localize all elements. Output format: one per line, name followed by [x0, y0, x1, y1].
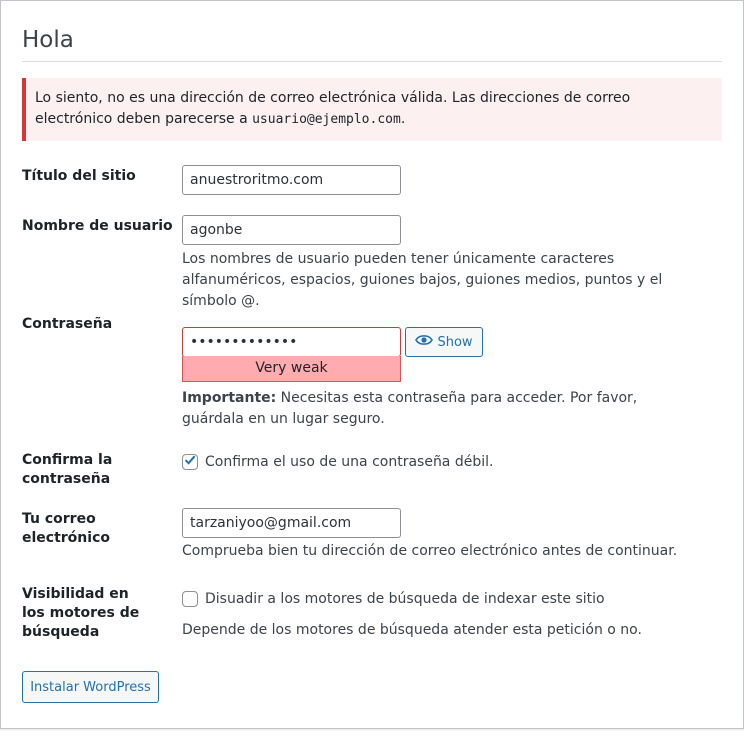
email-input[interactable]: tarzaniyoo@gmail.com — [182, 508, 401, 538]
confirm-weak-password-label: Confirma el uso de una contraseña débil. — [205, 454, 494, 470]
password-label: Contraseña — [22, 316, 113, 332]
notice-example: usuario@ejemplo.com — [252, 112, 401, 127]
password-strength-meter: Very weak — [182, 356, 401, 382]
notice-end: . — [400, 111, 406, 127]
checkmark-icon — [183, 453, 197, 471]
search-visibility-description: Depende de los motores de búsqueda atend… — [182, 622, 642, 638]
username-label: Nombre de usuario — [22, 218, 173, 234]
site-title-label: Título del sitio — [22, 168, 136, 184]
email-description: Comprueba bien tu dirección de correo el… — [182, 543, 678, 559]
password-input[interactable]: ••••••••••••• — [182, 327, 401, 357]
eye-icon — [415, 334, 434, 350]
search-visibility-label: Visibilidad en los motores de búsqueda — [22, 586, 140, 640]
confirm-weak-password-checkbox[interactable] — [182, 454, 198, 470]
title-divider — [22, 61, 722, 62]
error-notice: Lo siento, no es una dirección de correo… — [22, 78, 722, 141]
show-password-label: Show — [437, 334, 473, 350]
install-wordpress-button[interactable]: Instalar WordPress — [22, 671, 159, 703]
username-input[interactable]: agonbe — [182, 215, 401, 245]
page-title: Hola — [22, 27, 74, 53]
discourage-search-checkbox[interactable] — [182, 591, 198, 607]
important-strong: Importante: — [182, 390, 277, 406]
show-password-button[interactable]: Show — [405, 327, 483, 357]
email-label: Tu correo electrónico — [22, 511, 110, 546]
site-title-input[interactable]: anuestroritmo.com — [182, 165, 401, 195]
confirm-password-label: Confirma la contraseña — [22, 452, 113, 487]
username-description: Los nombres de usuario pueden tener únic… — [182, 251, 663, 309]
install-card: Hola Lo siento, no es una dirección de c… — [0, 0, 744, 729]
discourage-search-label: Disuadir a los motores de búsqueda de in… — [205, 591, 605, 607]
password-important-note: Importante: Necesitas esta contraseña pa… — [182, 388, 702, 430]
